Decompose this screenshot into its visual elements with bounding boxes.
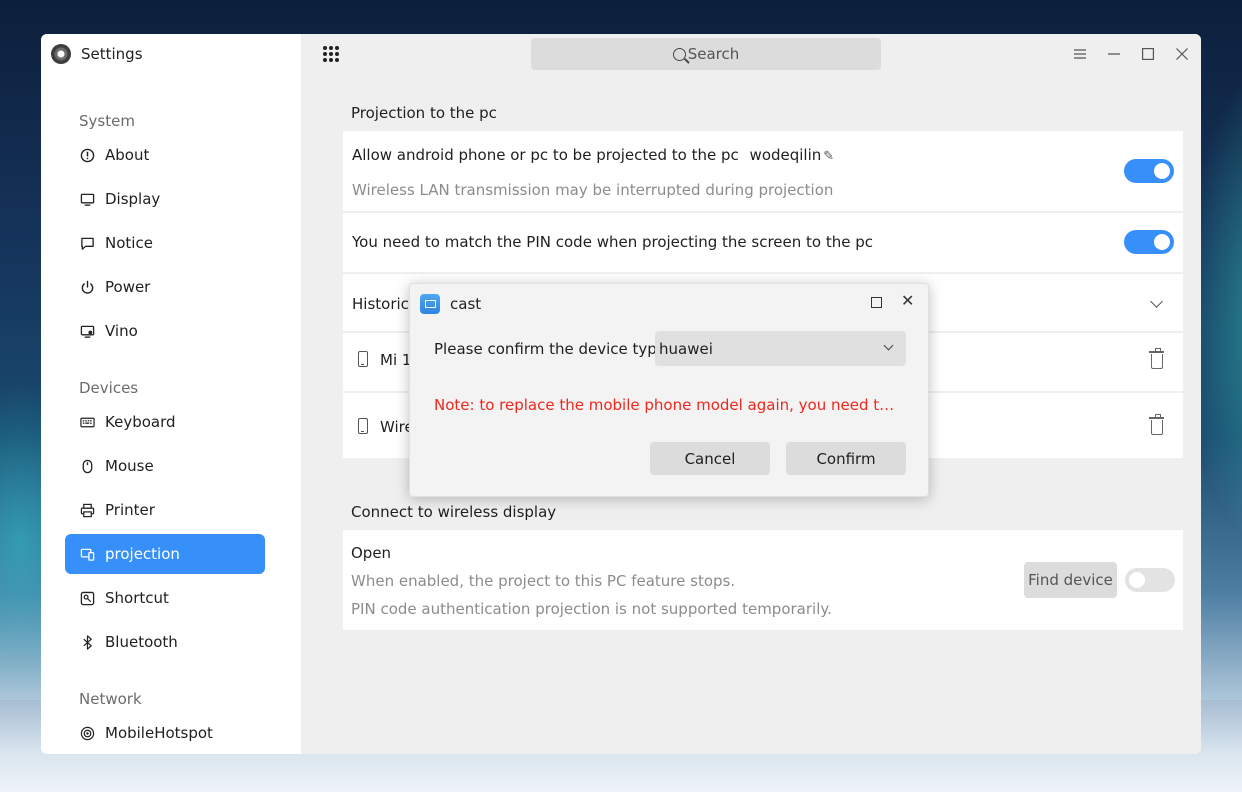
sidebar-item-display[interactable]: Display <box>65 179 265 219</box>
sidebar-item-shortcut[interactable]: Shortcut <box>65 578 265 618</box>
minimize-icon[interactable] <box>1104 44 1124 64</box>
cast-dialog: cast ✕ Please confirm the device type hu… <box>409 283 929 497</box>
sidebar-item-vino[interactable]: Vino <box>65 311 265 351</box>
device-name[interactable]: wodeqilin <box>750 146 822 164</box>
dialog-note: Note: to replace the mobile phone model … <box>434 396 895 414</box>
sidebar-item-label: Display <box>105 190 161 208</box>
sidebar-item-about[interactable]: About <box>65 135 265 175</box>
maximize-icon[interactable] <box>1138 44 1158 64</box>
app-title: Settings <box>81 45 143 63</box>
sidebar-item-label: Notice <box>105 234 153 252</box>
wireless-open-label: Open <box>351 544 392 562</box>
sidebar-item-projection[interactable]: projection <box>65 534 265 574</box>
hotspot-icon <box>79 725 95 741</box>
sidebar-item-label: MobileHotspot <box>105 724 213 742</box>
history-device-name: Mi 1 <box>380 351 412 369</box>
sidebar-item-label: projection <box>105 545 180 563</box>
phone-icon <box>358 351 368 367</box>
app-menu-grid-icon[interactable] <box>323 46 341 64</box>
keyboard-icon <box>79 414 95 430</box>
wireless-sub-2: PIN code authentication projection is no… <box>351 600 832 618</box>
mouse-icon <box>79 458 95 474</box>
group-label-system: System <box>79 112 135 130</box>
search-input[interactable]: Search <box>531 38 881 70</box>
group-label-network: Network <box>79 690 142 708</box>
section-title-wireless: Connect to wireless display <box>351 503 557 521</box>
info-icon <box>79 147 95 163</box>
sidebar-item-label: Shortcut <box>105 589 169 607</box>
group-label-devices: Devices <box>79 379 139 397</box>
sidebar-item-label: Keyboard <box>105 413 176 431</box>
settings-gear-icon <box>51 44 71 64</box>
sidebar-item-mouse[interactable]: Mouse <box>65 446 265 486</box>
sidebar-item-label: Vino <box>105 322 138 340</box>
sidebar-item-label: About <box>105 146 150 164</box>
sidebar-item-label: Printer <box>105 501 155 519</box>
sidebar-item-label: Bluetooth <box>105 633 178 651</box>
sidebar-item-mobilehotspot[interactable]: MobileHotspot <box>65 713 265 753</box>
sidebar-item-power[interactable]: Power <box>65 267 265 307</box>
power-icon <box>79 279 95 295</box>
pin-toggle[interactable] <box>1124 230 1174 254</box>
phone-icon <box>358 418 368 434</box>
edit-pencil-icon[interactable]: ✎ <box>823 149 834 164</box>
cast-app-icon <box>420 294 440 314</box>
allow-projection-label-row: Allow android phone or pc to be projecte… <box>352 146 834 164</box>
allow-projection-sub: Wireless LAN transmission may be interru… <box>352 181 834 199</box>
search-label: Search <box>687 45 740 63</box>
section-title-projection: Projection to the pc <box>351 104 497 122</box>
device-type-value: huawei <box>659 339 713 358</box>
app-title-bar: Settings <box>51 44 143 64</box>
find-device-button[interactable]: Find device <box>1024 562 1117 598</box>
message-icon <box>79 235 95 251</box>
pin-card: You need to match the PIN code when proj… <box>343 213 1183 272</box>
sidebar-item-notice[interactable]: Notice <box>65 223 265 263</box>
sidebar-item-label: Power <box>105 278 151 296</box>
chevron-down-icon[interactable] <box>1150 295 1163 308</box>
wireless-display-card: Open When enabled, the project to this P… <box>343 530 1183 630</box>
allow-projection-card: Allow android phone or pc to be projecte… <box>343 131 1183 211</box>
sidebar-item-printer[interactable]: Printer <box>65 490 265 530</box>
close-icon[interactable]: ✕ <box>901 293 914 309</box>
device-type-select[interactable]: huawei <box>655 331 906 366</box>
device-type-label: Please confirm the device type <box>434 340 667 358</box>
search-icon <box>672 47 686 61</box>
shortcut-icon <box>79 590 95 606</box>
maximize-icon[interactable] <box>871 297 882 308</box>
confirm-button[interactable]: Confirm <box>786 442 906 475</box>
bluetooth-icon <box>79 634 95 650</box>
sidebar-item-label: Mouse <box>105 457 154 475</box>
dialog-title: cast <box>450 295 482 313</box>
allow-projection-label: Allow android phone or pc to be projecte… <box>352 146 739 164</box>
printer-icon <box>79 502 95 518</box>
cancel-button[interactable]: Cancel <box>650 442 770 475</box>
allow-projection-toggle[interactable] <box>1124 159 1174 183</box>
menu-icon[interactable] <box>1070 44 1090 64</box>
projection-icon <box>79 546 95 562</box>
monitor-icon <box>79 191 95 207</box>
sidebar-item-bluetooth[interactable]: Bluetooth <box>65 622 265 662</box>
close-icon[interactable] <box>1172 44 1192 64</box>
wireless-sub-1: When enabled, the project to this PC fea… <box>351 572 736 590</box>
delete-trash-icon[interactable] <box>1149 414 1164 435</box>
pin-label: You need to match the PIN code when proj… <box>352 233 873 251</box>
wireless-toggle[interactable] <box>1125 568 1175 592</box>
sidebar-item-keyboard[interactable]: Keyboard <box>65 402 265 442</box>
sidebar: Settings System About Display Notice Pow… <box>41 34 301 754</box>
chevron-down-icon <box>883 340 894 351</box>
delete-trash-icon[interactable] <box>1149 348 1164 369</box>
remote-desktop-icon <box>79 323 95 339</box>
